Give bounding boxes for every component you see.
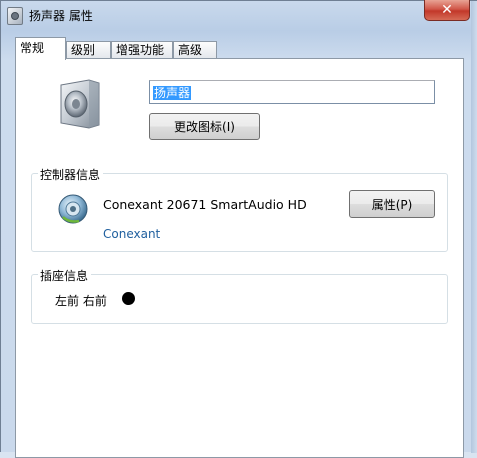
window-icon xyxy=(7,7,23,25)
close-button[interactable]: ✕ xyxy=(424,0,470,21)
controller-info-label: 控制器信息 xyxy=(38,166,104,183)
jack-color-indicator xyxy=(122,292,135,305)
tab-enhancements[interactable]: 增强功能 xyxy=(111,41,173,59)
close-icon: ✕ xyxy=(441,2,453,18)
controller-properties-button[interactable]: 属性(P) xyxy=(349,190,435,218)
properties-window: 扬声器 属性 ✕ 常规 级别 增强功能 高级 扬声器 更改图标(I) 控制器信息… xyxy=(0,0,477,458)
device-name-value: 扬声器 xyxy=(153,86,192,100)
change-icon-button[interactable]: 更改图标(I) xyxy=(149,113,260,140)
speaker-icon xyxy=(60,79,100,129)
controller-properties-label: 属性(P) xyxy=(371,197,413,212)
window-title: 扬声器 属性 xyxy=(29,9,93,23)
change-icon-label: 更改图标(I) xyxy=(174,120,235,134)
tab-levels[interactable]: 级别 xyxy=(66,41,111,59)
window-frame-edge xyxy=(471,1,477,453)
controller-device-name: Conexant 20671 SmartAudio HD xyxy=(103,197,307,212)
controller-vendor-link[interactable]: Conexant xyxy=(103,227,160,241)
jack-positions: 左前 右前 xyxy=(55,294,107,308)
tab-advanced[interactable]: 高级 xyxy=(173,41,217,59)
device-name-field[interactable]: 扬声器 xyxy=(149,80,435,104)
title-bar[interactable]: 扬声器 属性 ✕ xyxy=(1,0,477,31)
tab-general[interactable]: 常规 xyxy=(15,37,66,60)
jack-info-label: 插座信息 xyxy=(38,267,92,284)
sound-device-icon xyxy=(58,194,88,224)
